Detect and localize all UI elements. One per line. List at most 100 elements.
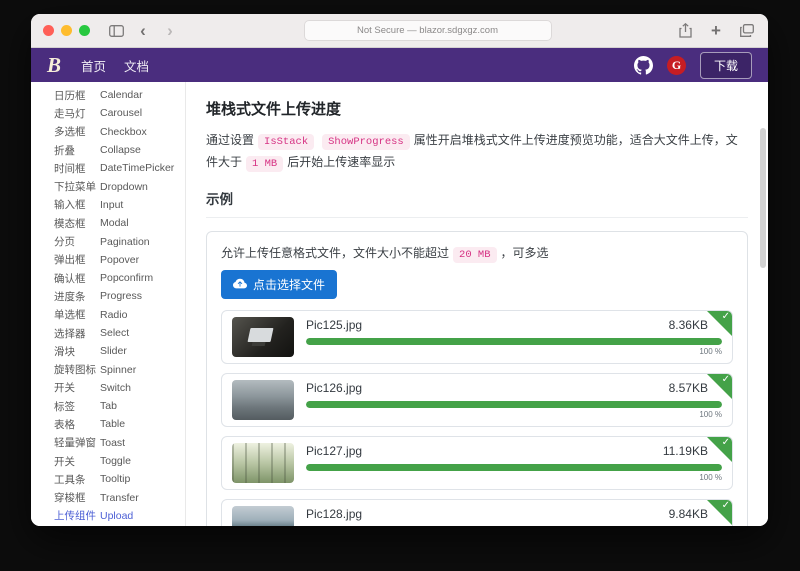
minimize-button[interactable] [61, 25, 72, 36]
progress-fill [306, 464, 722, 471]
sidebar-item-calendar[interactable]: 日历框Calendar [31, 86, 185, 104]
brand-logo[interactable]: B [47, 53, 61, 78]
file-name: Pic127.jpg [306, 444, 362, 458]
page-title: 堆栈式文件上传进度 [206, 98, 748, 119]
sidebar-item-label-zh: 选择器 [54, 326, 100, 341]
sidebar-item-toggle[interactable]: 开关Toggle [31, 452, 185, 470]
sidebar-item-label-en: Table [100, 418, 125, 430]
code-badge-showprogress: ShowProgress [322, 134, 410, 150]
back-icon[interactable]: ‹ [134, 22, 152, 39]
sidebar-item-select[interactable]: 选择器Select [31, 324, 185, 342]
select-files-button[interactable]: 点击选择文件 [221, 270, 337, 299]
sidebar-toggle-icon[interactable] [107, 25, 125, 37]
toolbar-right-icons: + [676, 22, 756, 39]
check-icon: ✓ [722, 375, 730, 385]
new-tab-icon[interactable]: + [707, 22, 725, 39]
sidebar-item-progress[interactable]: 进度条Progress [31, 287, 185, 305]
file-item: Pic127.jpg 11.19KB 100 % ✓ [221, 436, 733, 490]
sidebar-item-label-en: Toggle [100, 455, 131, 467]
file-item: Pic128.jpg 9.84KB 100 % ✓ [221, 499, 733, 526]
sidebar-item-toast[interactable]: 轻量弹窗Toast [31, 434, 185, 452]
sidebar-item-popover[interactable]: 弹出框Popover [31, 251, 185, 269]
sidebar-item-label-zh: 分页 [54, 234, 100, 249]
file-item: Pic126.jpg 8.57KB 100 % ✓ [221, 373, 733, 427]
sidebar-item-table[interactable]: 表格Table [31, 415, 185, 433]
sidebar-item-label-en: Carousel [100, 107, 142, 119]
sidebar-item-label-zh: 走马灯 [54, 106, 100, 121]
address-bar[interactable]: Not Secure — blazor.sdgxgz.com [304, 20, 552, 41]
sidebar-item-label-en: Pagination [100, 236, 150, 248]
file-name: Pic128.jpg [306, 507, 362, 521]
sidebar-item-label-en: Radio [100, 309, 127, 321]
zoom-button[interactable] [79, 25, 90, 36]
browser-toolbar: ‹ › Not Secure — blazor.sdgxgz.com + [31, 14, 768, 48]
section-title-example: 示例 [206, 188, 748, 218]
sidebar-item-label-zh: 开关 [54, 380, 100, 395]
sidebar-item-switch[interactable]: 开关Switch [31, 379, 185, 397]
sidebar-item-label-zh: 轻量弹窗 [54, 435, 100, 450]
sidebar-item-popconfirm[interactable]: 确认框Popconfirm [31, 269, 185, 287]
sidebar-item-modal[interactable]: 模态框Modal [31, 214, 185, 232]
address-bar-area: Not Secure — blazor.sdgxgz.com [188, 20, 667, 41]
page-description: 通过设置IsStackShowProgress属性开启堆栈式文件上传进度预览功能… [206, 130, 748, 174]
sidebar-item-label-zh: 工具条 [54, 472, 100, 487]
progress-fill [306, 338, 722, 345]
nav-link-docs[interactable]: 文档 [124, 56, 149, 75]
sidebar-item-tab[interactable]: 标签Tab [31, 397, 185, 415]
check-icon: ✓ [722, 312, 730, 322]
app-navbar: B 首页 文档 G 下载 [31, 48, 768, 82]
github-icon[interactable] [634, 56, 653, 75]
sidebar-item-label-en: Slider [100, 345, 127, 357]
forward-icon[interactable]: › [161, 22, 179, 39]
sidebar-item-label-zh: 开关 [54, 454, 100, 469]
sidebar-item-collapse[interactable]: 折叠Collapse [31, 141, 185, 159]
progress-bar [306, 401, 722, 408]
sidebar-item-label-zh: 日历框 [54, 88, 100, 103]
close-button[interactable] [43, 25, 54, 36]
sidebar-item-label-en: Input [100, 199, 123, 211]
sidebar-item-carousel[interactable]: 走马灯Carousel [31, 104, 185, 122]
download-button[interactable]: 下载 [700, 52, 752, 79]
sidebar-item-spinner[interactable]: 旋转图标Spinner [31, 360, 185, 378]
sidebar-item-label-en: Upload [100, 510, 133, 522]
file-size: 8.36KB [669, 318, 708, 332]
sidebar-item-label-zh: 输入框 [54, 197, 100, 212]
share-icon[interactable] [676, 23, 694, 38]
sidebar-item-checkbox[interactable]: 多选框Checkbox [31, 123, 185, 141]
sidebar-item-label-en: Spinner [100, 364, 136, 376]
size-badge-20mb: 20 MB [453, 247, 497, 263]
scrollbar-thumb[interactable] [760, 128, 766, 268]
sidebar-item-tooltip[interactable]: 工具条Tooltip [31, 470, 185, 488]
sidebar-item-upload[interactable]: 上传组件Upload [31, 507, 185, 525]
sidebar-item-label-zh: 弹出框 [54, 252, 100, 267]
sidebar-item-slider[interactable]: 滑块Slider [31, 342, 185, 360]
sidebar-item-label-en: Collapse [100, 144, 141, 156]
file-size: 8.57KB [669, 381, 708, 395]
sidebar-item-input[interactable]: 输入框Input [31, 196, 185, 214]
hint-text: ，可多选 [501, 246, 549, 260]
sidebar-item-transfer[interactable]: 穿梭框Transfer [31, 489, 185, 507]
file-info: Pic127.jpg 11.19KB 100 % [306, 443, 722, 483]
sidebar-item-label-en: Popover [100, 254, 139, 266]
tab-overview-icon[interactable] [738, 24, 756, 37]
sidebar-item-pagination[interactable]: 分页Pagination [31, 232, 185, 250]
sidebar-item-label-zh: 进度条 [54, 289, 100, 304]
url-text: Not Secure — blazor.sdgxgz.com [357, 25, 498, 36]
sidebar-item-label-zh: 旋转图标 [54, 362, 100, 377]
sidebar-item-dropdown[interactable]: 下拉菜单Dropdown [31, 177, 185, 195]
sidebar-item-radio[interactable]: 单选框Radio [31, 306, 185, 324]
sidebar-item-label-en: DateTimePicker [100, 162, 174, 174]
select-files-label: 点击选择文件 [253, 276, 325, 293]
progress-bar [306, 338, 722, 345]
sidebar-item-datetimepicker[interactable]: 时间框DateTimePicker [31, 159, 185, 177]
sidebar-item-label-zh: 多选框 [54, 124, 100, 139]
sidebar-item-label-en: Tab [100, 400, 117, 412]
sidebar-item-label-en: Tooltip [100, 473, 130, 485]
file-info: Pic126.jpg 8.57KB 100 % [306, 380, 722, 420]
demo-body: 允许上传任意格式文件，文件大小不能超过20 MB，可多选 点击选择文件 Pic1… [207, 232, 747, 526]
file-info: Pic128.jpg 9.84KB 100 % [306, 506, 722, 526]
nav-link-home[interactable]: 首页 [81, 56, 106, 75]
sidebar-item-label-en: Toast [100, 437, 125, 449]
gitee-icon[interactable]: G [667, 56, 686, 75]
sidebar-item-label-en: Progress [100, 290, 142, 302]
